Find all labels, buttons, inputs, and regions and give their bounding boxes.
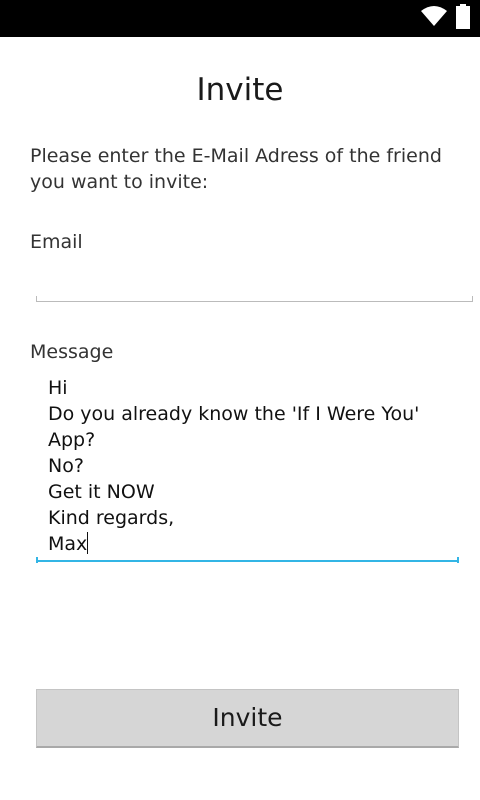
message-line: No?: [48, 455, 84, 477]
message-field-edge-right: [457, 557, 459, 563]
message-line: Max: [48, 533, 88, 555]
message-line: Do you already know the 'If I Were You': [48, 403, 420, 425]
email-field-edge-right: [472, 296, 473, 302]
message-label: Message: [30, 341, 114, 363]
message-line: Hi: [48, 377, 68, 399]
email-field-edge-left: [36, 296, 37, 302]
email-label: Email: [30, 231, 83, 253]
message-line: App?: [48, 429, 96, 451]
email-field[interactable]: [36, 262, 473, 302]
invite-button[interactable]: Invite: [36, 689, 459, 748]
message-field[interactable]: Hi Do you already know the 'If I Were Yo…: [36, 374, 459, 562]
status-bar: [0, 0, 480, 37]
battery-icon: [456, 4, 470, 29]
message-line: Kind regards,: [48, 507, 175, 529]
page-title: Invite: [196, 72, 284, 108]
invite-screen: Invite Please enter the E-Mail Adress of…: [0, 0, 480, 800]
wifi-icon: [421, 6, 447, 26]
instruction-text: Please enter the E-Mail Adress of the fr…: [30, 145, 442, 193]
message-line: Get it NOW: [48, 481, 155, 503]
message-text: Hi Do you already know the 'If I Were Yo…: [48, 375, 419, 557]
message-field-edge-left: [36, 557, 38, 563]
text-cursor: [87, 532, 89, 554]
